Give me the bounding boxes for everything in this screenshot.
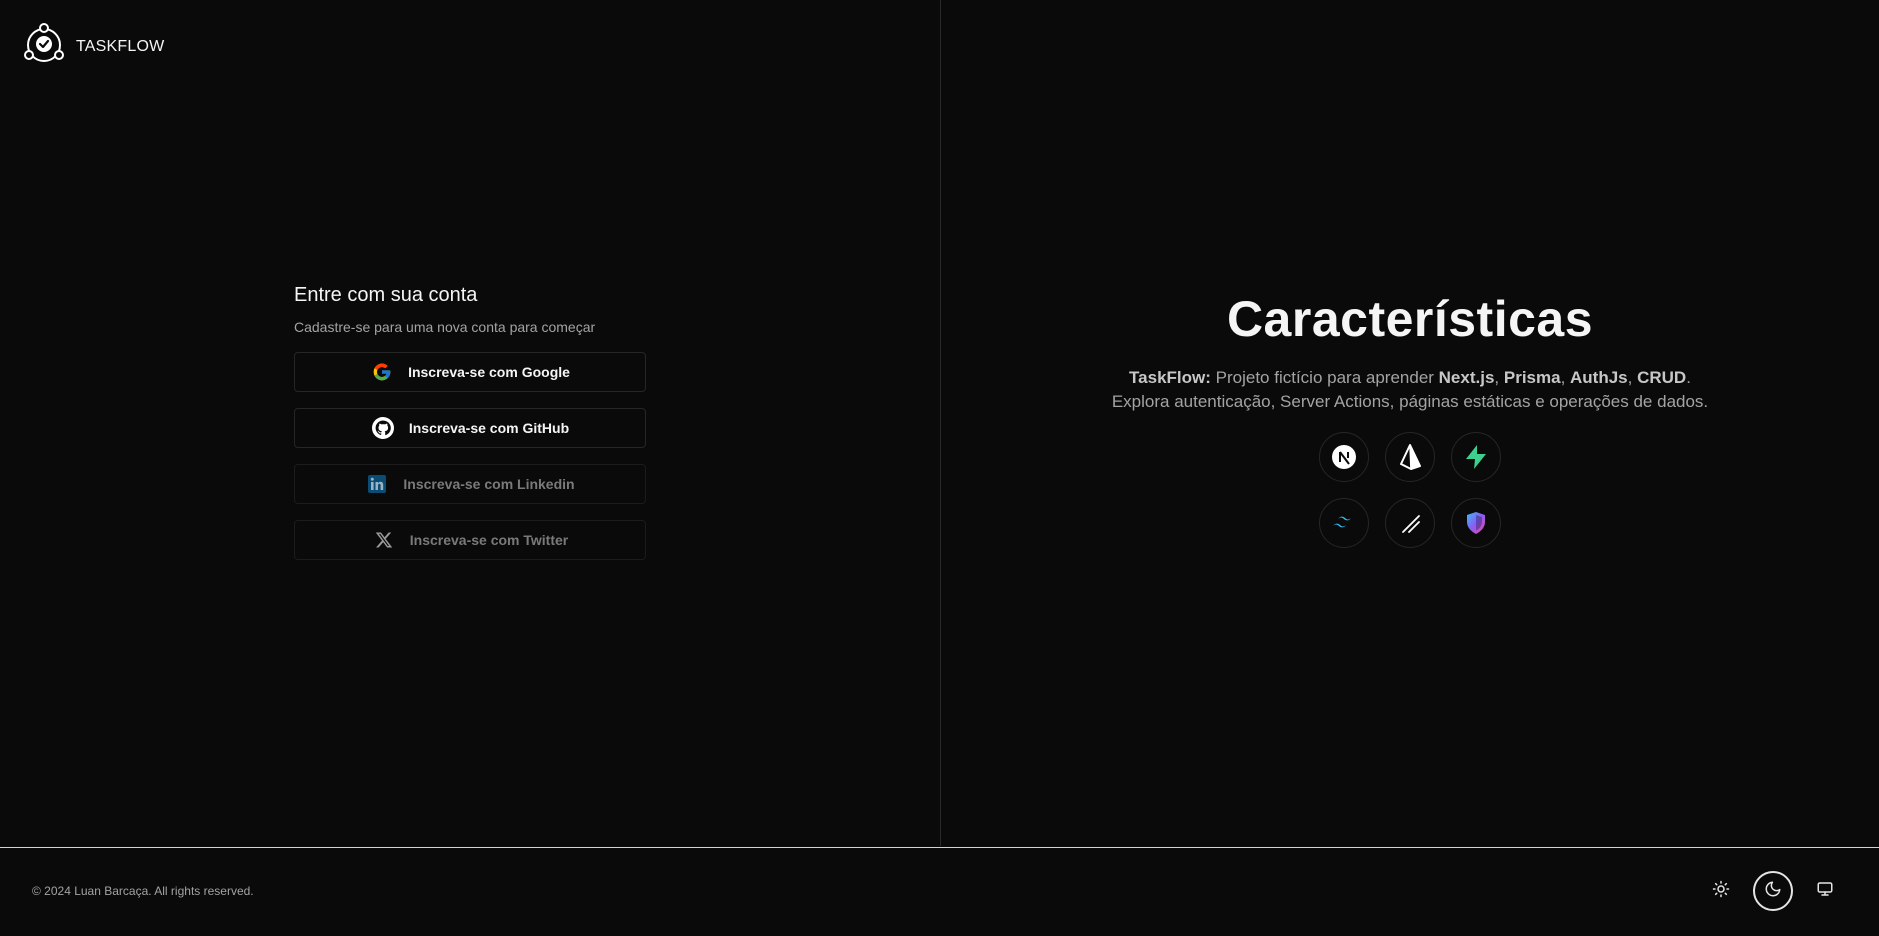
google-signup-label: Inscreva-se com Google <box>408 364 570 380</box>
theme-switcher <box>1701 871 1845 911</box>
light-theme-button[interactable] <box>1701 871 1741 911</box>
tech-icon-grid <box>1080 432 1740 548</box>
system-theme-button[interactable] <box>1805 871 1845 911</box>
desc-tech-authjs: AuthJs <box>1570 368 1628 387</box>
shadcn-icon <box>1385 498 1435 548</box>
features-title: Características <box>1226 291 1594 347</box>
x-twitter-icon <box>372 528 396 552</box>
linkedin-signup-label: Inscreva-se com Linkedin <box>403 476 575 492</box>
tailwind-icon <box>1319 498 1369 548</box>
google-icon <box>370 360 394 384</box>
features-description: TaskFlow: Projeto fictício para aprender… <box>1100 366 1720 414</box>
desc-sep2: , <box>1560 368 1571 387</box>
desc-tech-crud: CRUD <box>1637 368 1687 387</box>
vertical-divider <box>940 0 941 846</box>
dark-theme-button[interactable] <box>1753 871 1793 911</box>
desc-part1: Projeto fictício para aprender <box>1210 368 1439 387</box>
authjs-icon <box>1451 498 1501 548</box>
supabase-icon <box>1451 432 1501 482</box>
login-subtitle: Cadastre-se para uma nova conta para com… <box>294 319 596 335</box>
moon-icon <box>1764 880 1782 903</box>
desc-tech-nextjs: Next.js <box>1438 368 1495 387</box>
linkedin-icon <box>365 472 389 496</box>
footer-copyright: © 2024 Luan Barcaça. All rights reserved… <box>32 884 254 898</box>
desc-sep1: , <box>1494 368 1504 387</box>
footer-divider <box>0 847 1879 848</box>
twitter-signup-label: Inscreva-se com Twitter <box>409 532 569 548</box>
login-title: Entre com sua conta <box>294 284 478 306</box>
prisma-icon <box>1385 432 1435 482</box>
brand-name: TASKFLOW <box>76 37 165 55</box>
twitter-signup-button[interactable]: Inscreva-se com Twitter <box>294 520 646 560</box>
monitor-icon <box>1816 880 1834 903</box>
brand-logo[interactable]: TASKFLOW <box>22 22 164 71</box>
github-signup-label: Inscreva-se com GitHub <box>408 420 570 436</box>
sun-icon <box>1712 880 1730 903</box>
linkedin-signup-button[interactable]: Inscreva-se com Linkedin <box>294 464 646 504</box>
google-signup-button[interactable]: Inscreva-se com Google <box>294 352 646 392</box>
github-signup-button[interactable]: Inscreva-se com GitHub <box>294 408 646 448</box>
desc-sep3: , <box>1627 368 1638 387</box>
desc-brand: TaskFlow: <box>1129 368 1211 387</box>
desc-tech-prisma: Prisma <box>1503 368 1561 387</box>
features-panel: Características TaskFlow: Projeto fictíc… <box>1080 290 1740 548</box>
nextjs-icon <box>1319 432 1369 482</box>
circle-check-logo-icon <box>22 22 66 71</box>
login-panel: Entre com sua conta Cadastre-se para uma… <box>294 284 646 576</box>
github-icon <box>371 416 395 440</box>
